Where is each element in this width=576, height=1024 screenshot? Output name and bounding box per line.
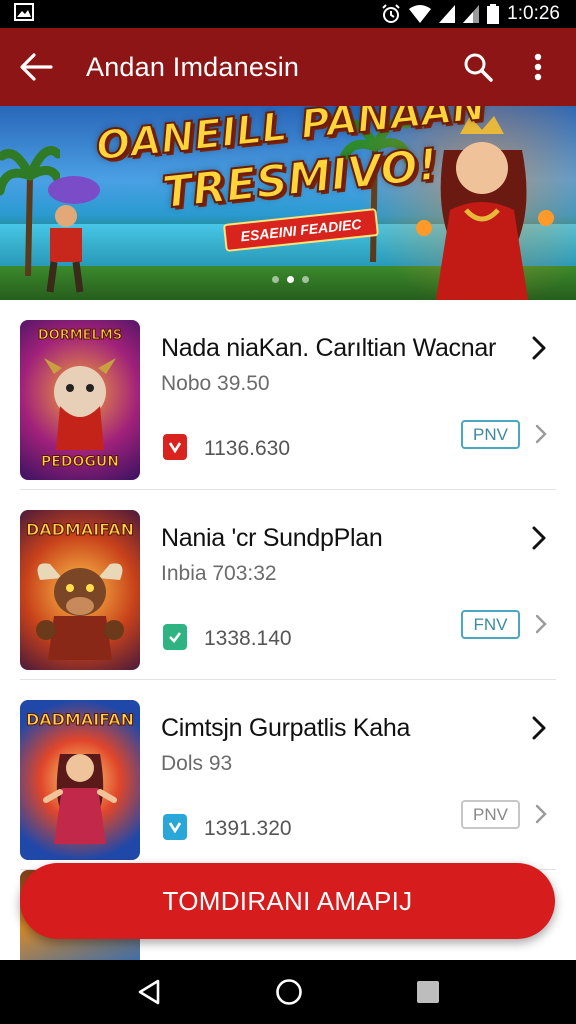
- status-bar: 1:0:26: [0, 0, 576, 28]
- thumbnail-title: DADMAIFAN: [25, 520, 135, 539]
- nav-recents-icon[interactable]: [416, 980, 440, 1004]
- warrior-character-icon: [46, 176, 100, 293]
- chevron-right-icon[interactable]: [531, 336, 547, 360]
- chevron-right-icon[interactable]: [535, 424, 547, 444]
- thumbnail-subtitle: PEDOGUN: [41, 454, 120, 470]
- heroine-character-icon: [43, 754, 117, 844]
- wifi-icon: [409, 5, 432, 23]
- game-price: Dols 93: [161, 752, 233, 775]
- nav-home-icon[interactable]: [275, 978, 303, 1006]
- play-badge-icon: [163, 814, 187, 840]
- chevron-right-icon[interactable]: [531, 716, 547, 740]
- nav-back-icon[interactable]: [136, 978, 162, 1006]
- list-item[interactable]: DADMAIFAN Cimtsjn Gurpatlis Kaha Dols 93…: [20, 680, 556, 870]
- ogre-character-icon: [44, 358, 116, 450]
- play-badge-icon: [163, 624, 187, 650]
- system-nav-bar: [0, 960, 576, 1024]
- game-name: Cimtsjn Gurpatlis Kaha: [161, 714, 411, 742]
- more-vert-icon: [534, 53, 542, 81]
- game-tag-button[interactable]: PNV: [461, 800, 520, 829]
- banner-pager: [272, 276, 309, 283]
- game-tag-button[interactable]: FNV: [461, 610, 520, 639]
- game-count: 1136.630: [204, 437, 291, 460]
- game-price: Nobo 39.50: [161, 372, 270, 395]
- game-price: Inbia 703:32: [161, 562, 277, 585]
- bull-character-icon: [36, 563, 124, 660]
- game-thumbnail: DADMAIFAN: [20, 700, 140, 860]
- promo-banner[interactable]: OANEILL PANAAN TRESMIVO! ESAEINI FEADIEC: [0, 106, 576, 300]
- thumbnail-title: DORMELMS: [37, 328, 123, 343]
- gallery-icon: [14, 2, 34, 26]
- game-count: 1338.140: [204, 627, 292, 650]
- game-thumbnail: DADMAIFAN: [20, 510, 140, 670]
- chevron-right-icon[interactable]: [535, 614, 547, 634]
- alarm-icon: [381, 4, 401, 24]
- list-item[interactable]: DADMAIFAN Nania 'cr SundpPlan Inbia 703:…: [20, 490, 556, 680]
- page-title: Andan Imdanesin: [86, 51, 300, 82]
- search-button[interactable]: [456, 45, 500, 89]
- queen-character-icon: [416, 116, 554, 300]
- chevron-right-icon[interactable]: [535, 804, 547, 824]
- more-options-button[interactable]: [516, 45, 560, 89]
- play-badge-icon: [163, 434, 187, 460]
- signal-icon: [463, 5, 480, 23]
- game-name: Nania 'cr SundpPlan: [161, 524, 383, 552]
- arrow-left-icon: [20, 53, 53, 81]
- game-tag-button[interactable]: PNV: [461, 420, 520, 449]
- pager-dot-active: [287, 276, 294, 283]
- game-name: Nada niaKan. Carıltian Wacnar: [161, 334, 496, 362]
- pager-dot: [302, 276, 309, 283]
- status-time: 1:0:26: [507, 3, 560, 24]
- back-button[interactable]: [16, 47, 56, 87]
- pager-dot: [272, 276, 279, 283]
- game-count: 1391.320: [204, 817, 292, 840]
- search-icon: [464, 53, 493, 82]
- list-item[interactable]: DORMELMS PEDOGUN Nada niaKan. Carıltian …: [20, 300, 556, 490]
- thumbnail-title: DADMAIFAN: [25, 710, 135, 729]
- game-list: DORMELMS PEDOGUN Nada niaKan. Carıltian …: [0, 300, 576, 870]
- chevron-right-icon[interactable]: [531, 526, 547, 550]
- primary-action-button[interactable]: TOMDIRANI AMAPIJ: [20, 863, 555, 939]
- signal-icon: [439, 5, 456, 23]
- app-bar: Andan Imdanesin: [0, 28, 576, 106]
- battery-icon: [487, 4, 500, 24]
- game-thumbnail: DORMELMS PEDOGUN: [20, 320, 140, 480]
